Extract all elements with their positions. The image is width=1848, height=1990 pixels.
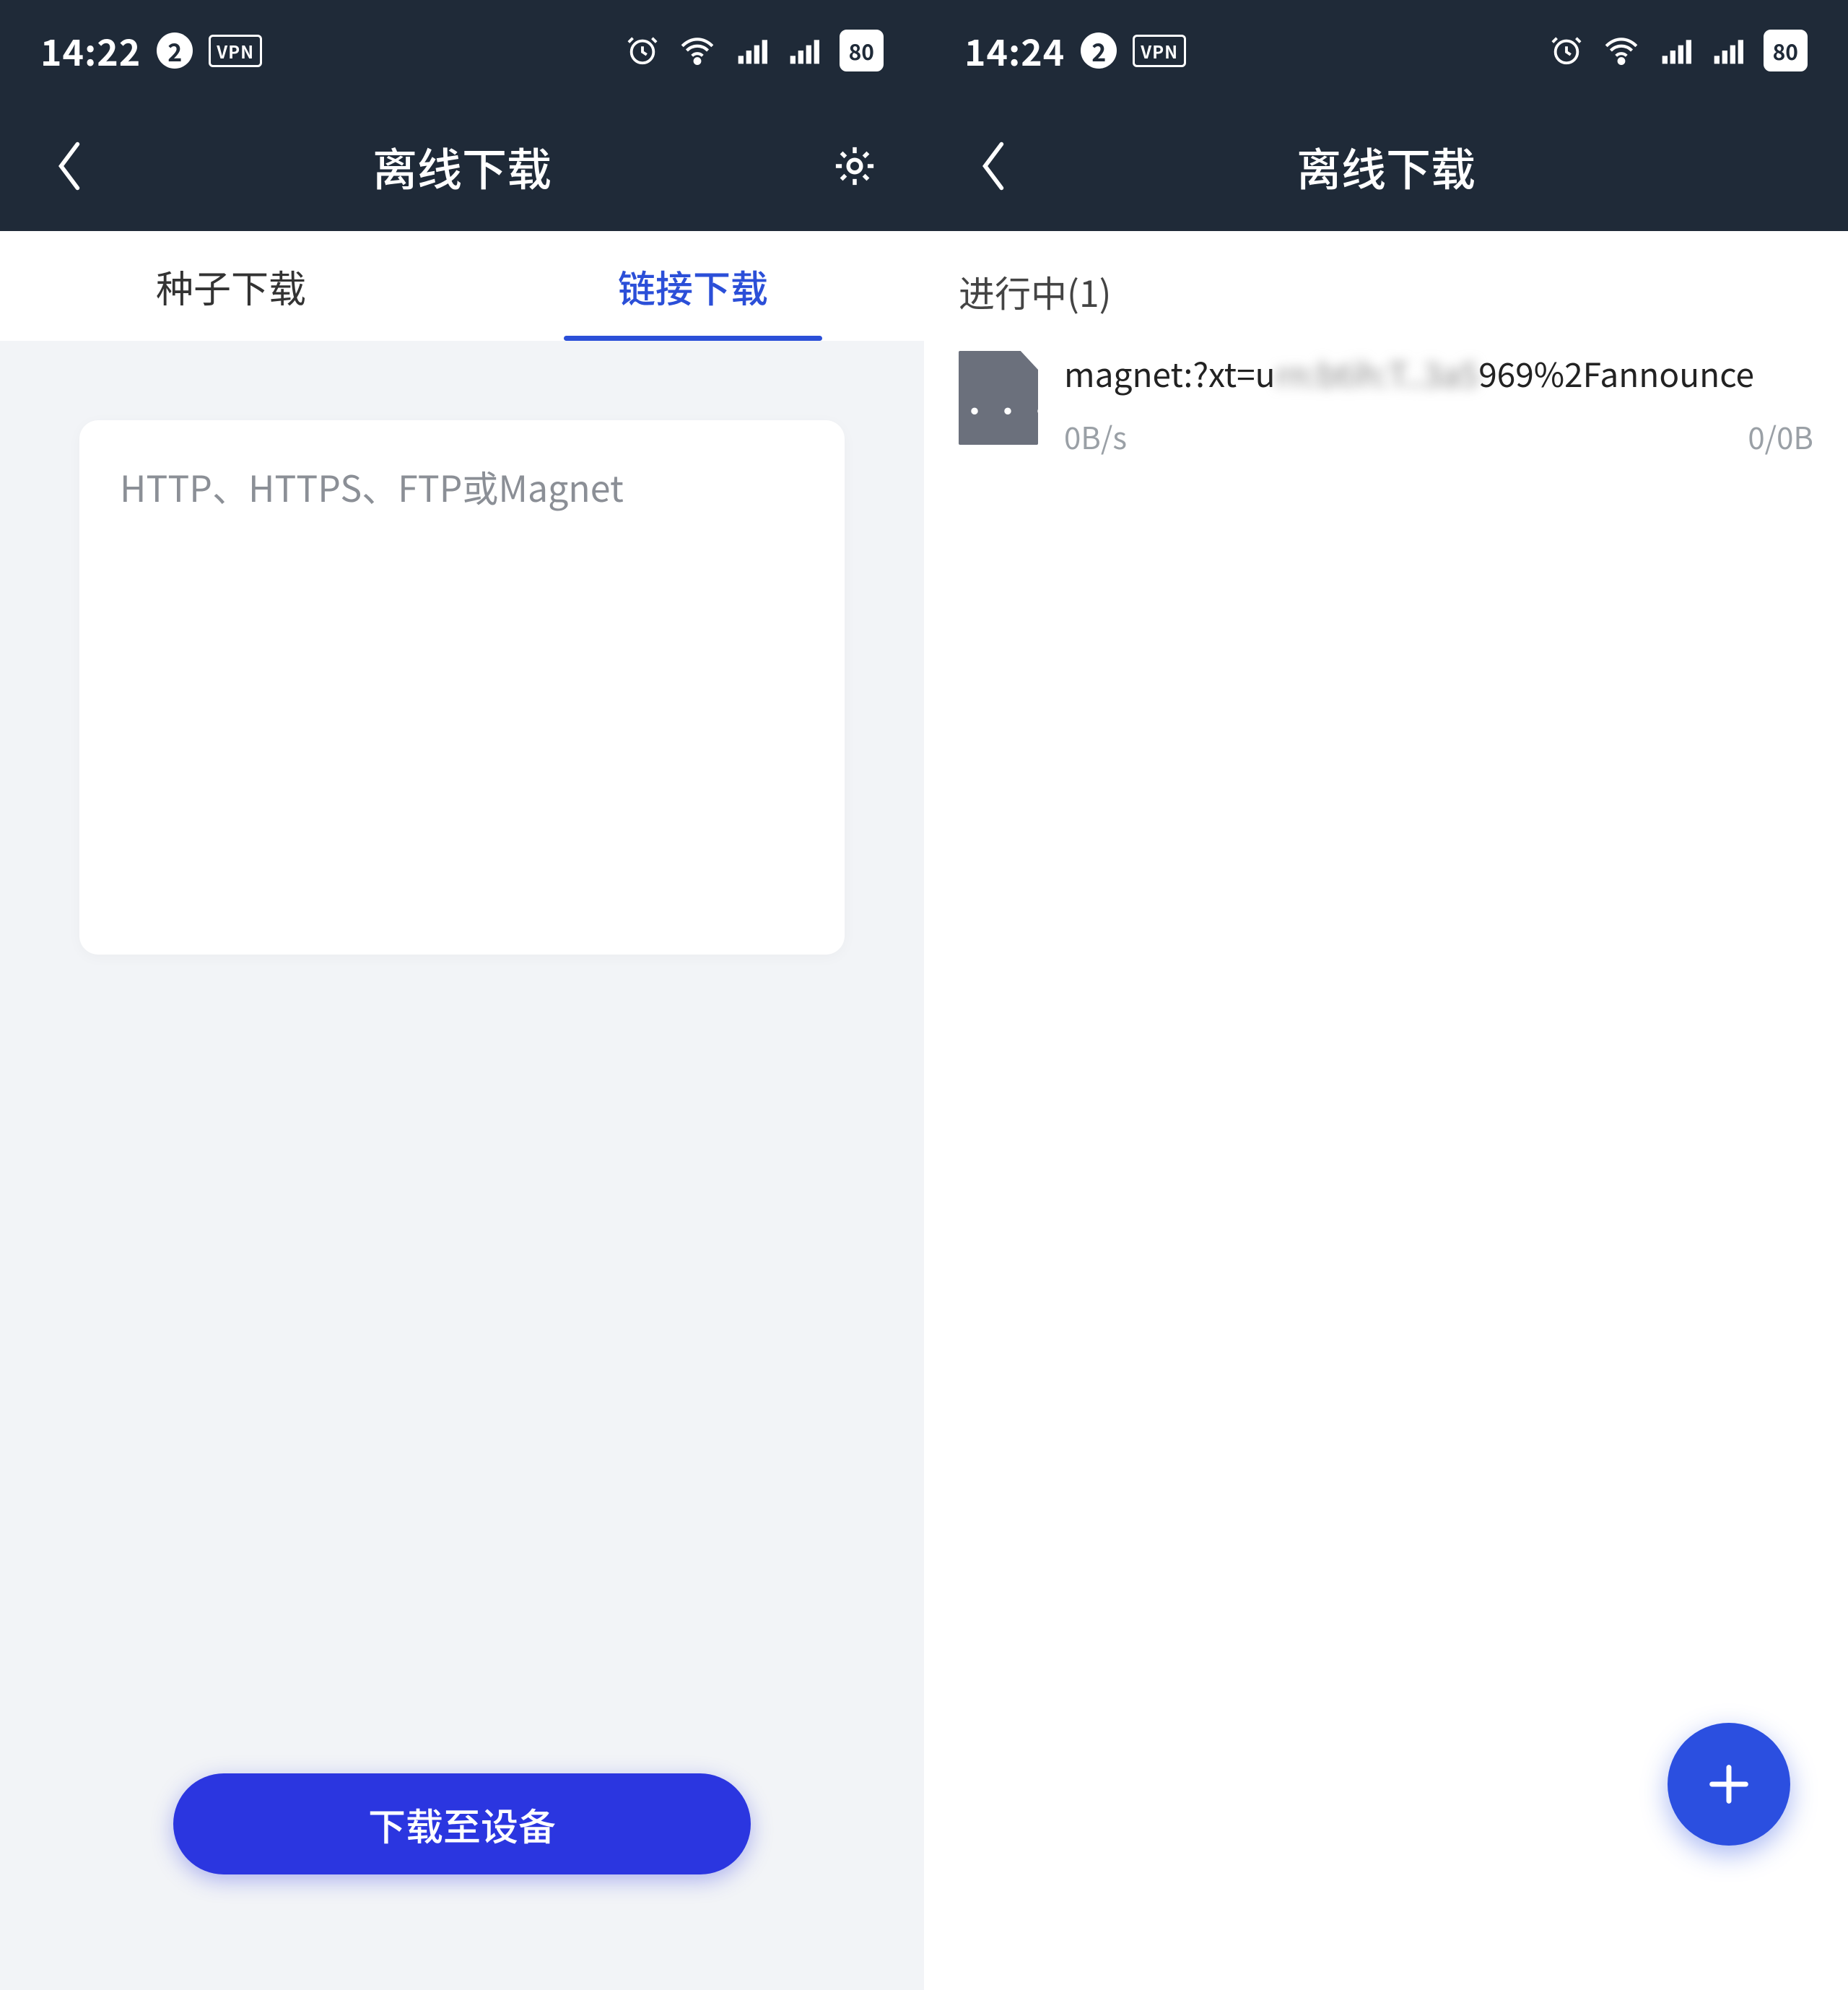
signal-icon-1 (1660, 35, 1691, 66)
url-input-placeholder: HTTP、HTTPS、FTP或Magnet (120, 461, 804, 513)
task-title: magnet:?xt=urn:btih:T..3a5969%2Fannounce (1064, 351, 1813, 396)
task-progress: 0/0B (1748, 414, 1813, 459)
battery-icon: 80 (1764, 30, 1808, 71)
vpn-icon: VPN (1133, 35, 1186, 67)
nav-bar-right: 离线下载 (924, 101, 1848, 231)
status-time: 14:24 (964, 25, 1065, 77)
status-bar-left: 14:22 2 VPN 80 (0, 0, 924, 101)
back-button[interactable] (40, 137, 98, 195)
add-task-button[interactable] (1668, 1723, 1790, 1846)
back-button[interactable] (964, 137, 1022, 195)
alarm-icon (626, 34, 659, 67)
wifi-icon (1603, 32, 1639, 69)
status-bar-right: 14:24 2 VPN 80 (924, 0, 1848, 101)
settings-button[interactable] (826, 137, 884, 195)
signal-icon-2 (788, 35, 819, 66)
tab-seed-download[interactable]: 种子下载 (0, 231, 462, 341)
battery-icon: 80 (840, 30, 884, 71)
download-to-device-button[interactable]: 下载至设备 (173, 1773, 751, 1874)
status-time: 14:22 (40, 25, 141, 77)
status-notif-badge: 2 (1081, 32, 1117, 69)
file-icon (959, 351, 1038, 445)
nav-bar-left: 离线下载 (0, 101, 924, 231)
vpn-icon: VPN (209, 35, 262, 67)
status-notif-badge: 2 (157, 32, 193, 69)
page-title: 离线下载 (0, 134, 924, 199)
signal-icon-1 (736, 35, 767, 66)
download-task-item[interactable]: magnet:?xt=urn:btih:T..3a5969%2Fannounce… (924, 339, 1848, 470)
signal-icon-2 (1712, 35, 1743, 66)
tabs: 种子下载 链接下载 (0, 231, 924, 341)
in-progress-label: 进行中(1) (924, 231, 1848, 339)
alarm-icon (1550, 34, 1583, 67)
wifi-icon (679, 32, 715, 69)
page-title: 离线下载 (924, 134, 1848, 199)
task-speed: 0B/s (1064, 414, 1127, 459)
url-input[interactable]: HTTP、HTTPS、FTP或Magnet (79, 420, 845, 955)
tab-link-download[interactable]: 链接下载 (462, 231, 924, 341)
